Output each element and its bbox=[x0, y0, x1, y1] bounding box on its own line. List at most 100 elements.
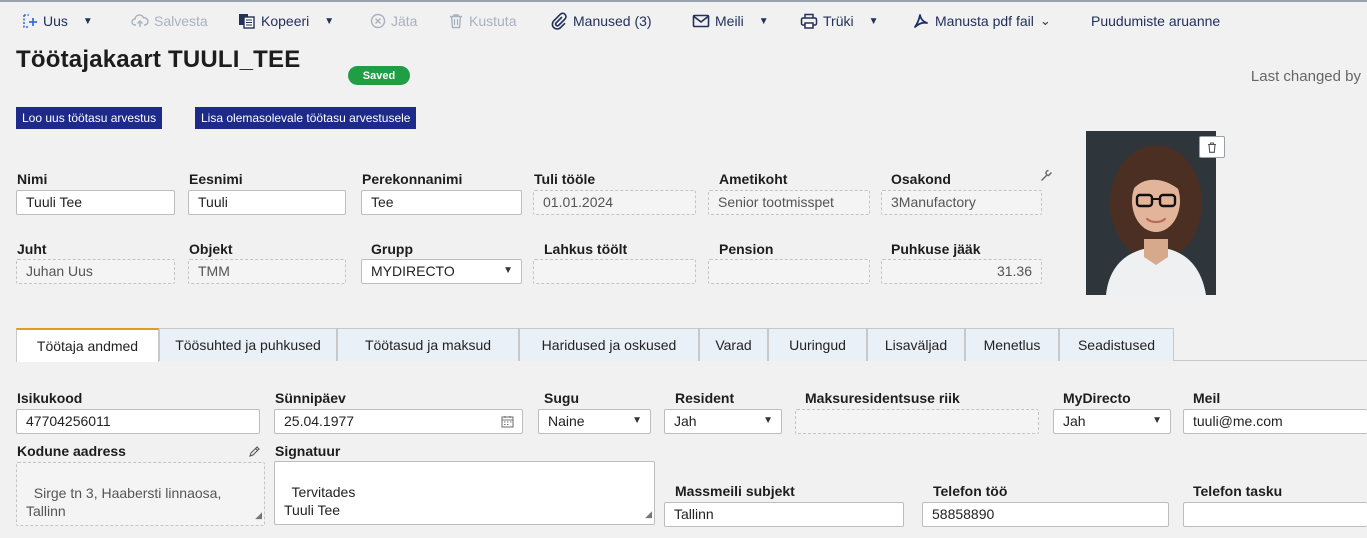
dropdown-arrow-icon: ▼ bbox=[632, 415, 642, 426]
delete-label: Kustuta bbox=[469, 13, 517, 29]
trash-icon bbox=[1208, 141, 1216, 153]
kodune-aadress-field: Sirge tn 3, Haabersti linnaosa, Tallinn … bbox=[16, 462, 265, 526]
kodune-aadress-value: Sirge tn 3, Haabersti linnaosa, Tallinn bbox=[26, 485, 222, 519]
osakond-label: Osakond bbox=[891, 171, 951, 187]
new-label: Uus bbox=[43, 13, 68, 29]
mydirecto-label: MyDirecto bbox=[1063, 390, 1131, 406]
chevron-down-icon[interactable]: ▼ bbox=[869, 16, 879, 27]
wrench-icon[interactable] bbox=[1040, 169, 1053, 185]
osakond-field: 3Manufactory bbox=[881, 190, 1042, 215]
puhkuse-jaak-label: Puhkuse jääk bbox=[891, 241, 981, 257]
email-button[interactable]: Meili ▼ bbox=[692, 10, 769, 32]
nimi-field[interactable]: Tuuli Tee bbox=[16, 190, 175, 215]
isikukood-field[interactable]: 47704256011 bbox=[16, 409, 260, 434]
puhkuse-jaak-field: 31.36 bbox=[881, 259, 1042, 284]
mydirecto-value: Jah bbox=[1063, 413, 1086, 429]
chevron-down-icon[interactable]: ▼ bbox=[83, 16, 93, 27]
attachments-button[interactable]: Manused (3) bbox=[550, 10, 652, 32]
sugu-select[interactable]: Naine ▼ bbox=[538, 409, 651, 434]
new-button[interactable]: Uus ▼ bbox=[22, 10, 93, 32]
status-badge: Saved bbox=[348, 66, 410, 85]
cancel-circle-icon bbox=[370, 13, 386, 29]
new-payroll-button[interactable]: Loo uus töötasu arvestus bbox=[16, 107, 163, 129]
grupp-select[interactable]: MYDIRECTO ▼ bbox=[361, 259, 522, 284]
copy-button[interactable]: Kopeeri ▼ bbox=[238, 10, 334, 32]
email-label: Meili bbox=[715, 13, 744, 29]
toolbar: Uus ▼ Salvesta Kopeeri ▼ Jäta Kustuta Ma… bbox=[0, 2, 1367, 38]
resident-value: Jah bbox=[674, 413, 697, 429]
perekonnanimi-field[interactable]: Tee bbox=[361, 190, 522, 215]
objekt-field: TMM bbox=[188, 259, 346, 284]
save-label: Salvesta bbox=[154, 13, 208, 29]
pencil-icon[interactable] bbox=[248, 445, 260, 461]
telefon-tasku-label: Telefon tasku bbox=[1193, 483, 1283, 499]
signatuur-field[interactable]: Tervitades Tuuli Tee ◢ bbox=[274, 461, 655, 525]
employee-photo[interactable] bbox=[1086, 131, 1216, 295]
tuli-toole-field: 01.01.2024 bbox=[533, 190, 696, 215]
massmeili-subjekt-field[interactable]: Tallinn bbox=[664, 502, 904, 527]
kodune-aadress-label: Kodune aadress bbox=[17, 443, 126, 459]
print-label: Trüki bbox=[823, 13, 854, 29]
tab-employee-data[interactable]: Töötaja andmed bbox=[16, 328, 159, 362]
resize-grip-icon[interactable]: ◢ bbox=[255, 506, 262, 524]
chevron-down-icon[interactable]: ⌄ bbox=[1040, 13, 1051, 29]
ametikoht-label: Ametikoht bbox=[719, 171, 788, 187]
sugu-value: Naine bbox=[548, 413, 585, 429]
chevron-down-icon[interactable]: ▼ bbox=[759, 16, 769, 27]
ametikoht-field: Senior tootmisspet bbox=[708, 190, 870, 215]
resize-grip-icon[interactable]: ◢ bbox=[645, 505, 652, 523]
delete-button[interactable]: Kustuta bbox=[448, 10, 516, 32]
pension-label: Pension bbox=[719, 241, 774, 257]
copy-icon bbox=[239, 14, 255, 29]
attach-pdf-button[interactable]: Manusta pdf fail ⌄ bbox=[912, 10, 1051, 32]
copy-label: Kopeeri bbox=[261, 13, 310, 29]
mydirecto-select[interactable]: Jah ▼ bbox=[1053, 409, 1171, 434]
tab-salaries[interactable]: Töötasud ja maksud bbox=[337, 328, 519, 361]
grupp-value: MYDIRECTO bbox=[371, 263, 455, 279]
attachments-label: Manused (3) bbox=[573, 13, 652, 29]
lahkus-label: Lahkus töölt bbox=[544, 241, 628, 257]
dropdown-arrow-icon: ▼ bbox=[503, 265, 513, 276]
new-document-icon bbox=[23, 14, 37, 28]
tab-assets[interactable]: Varad bbox=[699, 328, 768, 361]
printer-icon bbox=[800, 13, 818, 29]
telefon-too-label: Telefon töö bbox=[933, 483, 1008, 499]
save-button[interactable]: Salvesta bbox=[131, 10, 208, 32]
delete-photo-button[interactable] bbox=[1199, 136, 1225, 158]
meil-field[interactable]: tuuli@me.com bbox=[1183, 409, 1367, 434]
dropdown-arrow-icon: ▼ bbox=[763, 415, 773, 426]
pdf-icon bbox=[914, 14, 928, 28]
cancel-label: Jäta bbox=[391, 13, 418, 29]
tab-surveys[interactable]: Uuringud bbox=[768, 328, 867, 361]
print-button[interactable]: Trüki ▼ bbox=[800, 10, 879, 32]
tab-proceedings[interactable]: Menetlus bbox=[965, 328, 1059, 361]
trash-icon bbox=[450, 14, 462, 29]
tab-employment[interactable]: Töösuhted ja puhkused bbox=[159, 328, 337, 361]
chevron-down-icon[interactable]: ▼ bbox=[324, 16, 334, 27]
absence-report-button[interactable]: Puudumiste aruanne bbox=[1091, 10, 1220, 32]
paperclip-icon bbox=[551, 12, 567, 30]
tab-settings[interactable]: Seadistused bbox=[1059, 328, 1174, 361]
grupp-label: Grupp bbox=[371, 241, 413, 257]
tuli-toole-label: Tuli tööle bbox=[534, 171, 596, 187]
page-title: Töötajakaart TUULI_TEE bbox=[16, 46, 301, 73]
add-to-payroll-button[interactable]: Lisa olemasolevale töötasu arvestusele bbox=[195, 107, 417, 129]
maksuresidentsus-label: Maksuresidentsuse riik bbox=[805, 390, 960, 406]
synnipaev-label: Sünnipäev bbox=[275, 390, 346, 406]
synnipaev-field[interactable]: 25.04.1977 bbox=[274, 409, 523, 434]
eesnimi-label: Eesnimi bbox=[189, 171, 243, 187]
telefon-tasku-field[interactable] bbox=[1183, 502, 1367, 527]
signatuur-value: Tervitades Tuuli Tee bbox=[284, 484, 356, 518]
telefon-too-field[interactable]: 58858890 bbox=[922, 502, 1169, 527]
calendar-icon[interactable] bbox=[501, 415, 514, 431]
resident-select[interactable]: Jah ▼ bbox=[664, 409, 782, 434]
objekt-label: Objekt bbox=[189, 241, 233, 257]
tab-extra-fields[interactable]: Lisaväljad bbox=[867, 328, 965, 361]
perekonnanimi-label: Perekonnanimi bbox=[362, 171, 463, 187]
cancel-button[interactable]: Jäta bbox=[370, 10, 417, 32]
juht-label: Juht bbox=[17, 241, 47, 257]
massmeili-subjekt-label: Massmeili subjekt bbox=[675, 483, 795, 499]
eesnimi-field[interactable]: Tuuli bbox=[188, 190, 346, 215]
last-changed-text: Last changed by bbox=[1250, 68, 1361, 85]
tab-education[interactable]: Haridused ja oskused bbox=[519, 328, 699, 361]
